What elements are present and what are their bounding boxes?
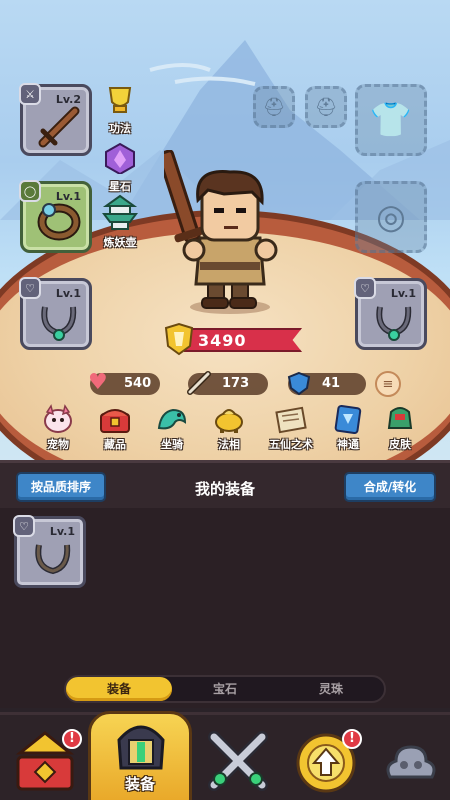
- nav-battle[interactable]: [196, 715, 284, 800]
- ring-slot[interactable]: ◯ Lv.1: [19, 180, 92, 253]
- pagoda-icon: [102, 194, 138, 230]
- stat-hp: ♥ 540: [88, 370, 160, 395]
- func-faxiang[interactable]: 法相: [203, 404, 255, 452]
- pet-icon: [44, 404, 72, 433]
- ring-icon: [37, 203, 81, 241]
- necklace-icon: [35, 544, 71, 575]
- spell-book-icon: [334, 404, 362, 435]
- incense-burner-icon: [215, 409, 243, 433]
- feature-lianyaohu[interactable]: 炼妖壶: [98, 194, 142, 250]
- weapon-type-icon: ⚔: [19, 83, 41, 105]
- power-value: 3490: [198, 331, 247, 350]
- hero-scene: ⚔ Lv.2 ◯ Lv.1 ♡ Lv.1 ⛑ ⛑ 👕 ◎ ♡ Lv.1 功法 星…: [0, 0, 450, 460]
- power-crest-icon: [164, 322, 194, 356]
- ring-outline-icon: ◎: [376, 197, 406, 237]
- func-collection[interactable]: 藏品: [89, 404, 141, 452]
- necklace-slot-right[interactable]: ♡ Lv.1: [354, 277, 427, 350]
- necklace-type-icon: ♡: [19, 277, 41, 299]
- merge-convert-button[interactable]: 合成/转化: [344, 472, 436, 502]
- scroll-icon: [275, 406, 307, 434]
- helmet-nav-icon: [117, 725, 165, 770]
- empty-slot-belt[interactable]: ⛑: [305, 86, 347, 128]
- hero-character[interactable]: [164, 150, 294, 315]
- sword-stat-icon: [187, 371, 211, 395]
- func-shentong[interactable]: 神通: [322, 404, 374, 452]
- hp-value: 540: [124, 376, 152, 391]
- trophy-icon: [108, 87, 132, 113]
- bag-header: 按品质排序 我的装备 合成/转化: [0, 460, 450, 508]
- empty-slot-helmet[interactable]: ⛑: [253, 86, 295, 128]
- crossed-swords-icon: [208, 731, 268, 791]
- necklace-type-icon: ♡: [13, 515, 35, 537]
- necklace-icon: [376, 306, 412, 341]
- list-icon: ≡: [382, 376, 394, 392]
- heart-icon: ♥: [88, 370, 108, 395]
- func-wuxian[interactable]: 五仙之术: [262, 404, 320, 452]
- stat-attack: 173: [187, 371, 268, 395]
- nav-upgrade[interactable]: !: [284, 715, 372, 800]
- func-label: 神通: [337, 438, 359, 451]
- subtab-orbs[interactable]: 灵珠: [278, 677, 384, 701]
- sword-icon: [38, 106, 80, 148]
- mount-icon: [157, 408, 187, 430]
- defense-value: 41: [322, 376, 341, 391]
- armor-skin-icon: [387, 407, 413, 429]
- feature-label: 炼妖壶: [103, 236, 137, 249]
- stat-defense: 41: [287, 371, 366, 396]
- func-label: 坐骑: [161, 438, 183, 451]
- bottom-nav: ! 装备 !: [0, 711, 450, 800]
- func-skin[interactable]: 皮肤: [374, 404, 426, 452]
- nav-home[interactable]: !: [4, 715, 92, 800]
- empty-slot-armor[interactable]: 👕: [355, 84, 427, 156]
- attributes-detail-button[interactable]: ≡: [375, 371, 401, 397]
- combat-power: 3490: [162, 322, 302, 356]
- armor-icon: 👕: [369, 100, 413, 140]
- feature-label: 星石: [109, 180, 131, 193]
- func-mount[interactable]: 坐骑: [146, 404, 198, 452]
- attack-value: 173: [222, 376, 250, 391]
- necklace-type-icon: ♡: [354, 277, 376, 299]
- nav-locked[interactable]: [372, 715, 450, 800]
- helmet-icon: ⛑: [262, 96, 286, 118]
- func-pet[interactable]: 宠物: [32, 404, 84, 452]
- func-label: 藏品: [104, 438, 126, 451]
- shield-icon: [287, 371, 311, 396]
- subtab-equipment[interactable]: 装备: [66, 677, 172, 701]
- bag-item-necklace[interactable]: ♡ Lv.1: [13, 515, 86, 588]
- feature-gongfa[interactable]: 功法: [98, 84, 142, 136]
- nav-home-badge: !: [62, 729, 82, 749]
- func-label: 五仙之术: [269, 438, 313, 451]
- weapon-slot[interactable]: ⚔ Lv.2: [19, 83, 92, 156]
- func-label: 皮肤: [389, 438, 411, 451]
- nav-upgrade-badge: !: [342, 729, 362, 749]
- feature-xingshi[interactable]: 星石: [98, 142, 142, 194]
- cloud-lock-icon: [386, 745, 436, 779]
- empty-slot-ring[interactable]: ◎: [355, 181, 427, 253]
- subtab-gems[interactable]: 宝石: [172, 677, 278, 701]
- nav-equipment[interactable]: 装备: [88, 711, 192, 800]
- treasure-chest-icon: [100, 409, 130, 433]
- necklace-slot-left[interactable]: ♡ Lv.1: [19, 277, 92, 350]
- star-gem-icon: [105, 142, 135, 176]
- func-label: 法相: [218, 438, 240, 451]
- func-label: 宠物: [47, 438, 69, 451]
- bracer-icon: ⛑: [314, 96, 338, 118]
- necklace-icon: [41, 306, 77, 341]
- bag-subtabs: 装备 宝石 灵珠: [64, 675, 386, 703]
- feature-label: 功法: [109, 122, 131, 135]
- nav-equipment-label: 装备: [124, 775, 155, 793]
